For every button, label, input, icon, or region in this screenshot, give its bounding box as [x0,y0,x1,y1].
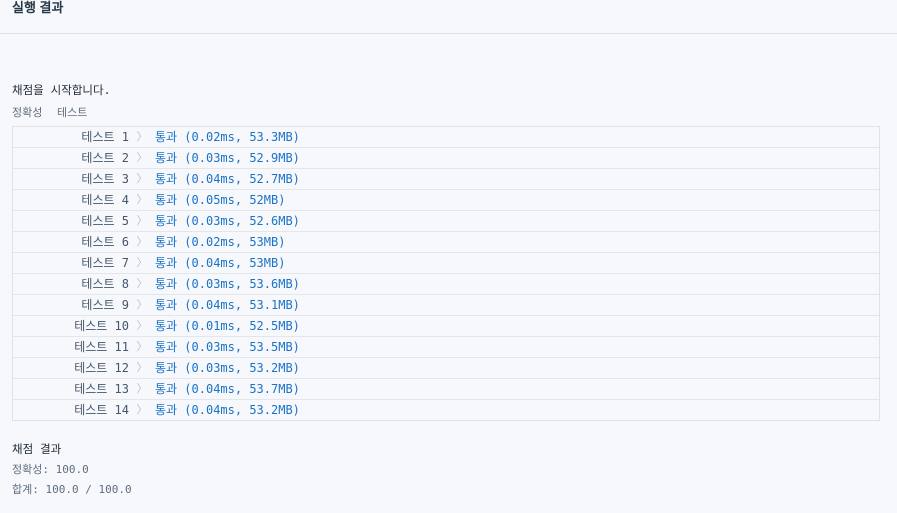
test-result-row: 테스트 11 〉 통과 (0.03ms, 53.5MB) [13,337,879,358]
test-result-row: 테스트 9 〉 통과 (0.04ms, 53.1MB) [13,295,879,316]
test-name: 테스트 5 [81,214,129,228]
test-result-row: 테스트 4 〉 통과 (0.05ms, 52MB) [13,190,879,211]
test-result-value: 통과 (0.03ms, 53.6MB) [155,277,300,291]
chevron-right-icon: 〉 [136,172,148,185]
test-name: 테스트 4 [81,193,129,207]
test-name: 테스트 6 [81,235,129,249]
test-result-row: 테스트 10 〉 통과 (0.01ms, 52.5MB) [13,316,879,337]
chevron-right-icon: 〉 [136,130,148,143]
test-name: 테스트 11 [74,340,129,354]
test-result-value: 통과 (0.04ms, 52.7MB) [155,172,300,186]
test-name: 테스트 12 [74,361,129,375]
chevron-right-icon: 〉 [136,277,148,290]
summary-accuracy: 정확성: 100.0 [12,463,89,476]
test-result-row: 테스트 1 〉 통과 (0.02ms, 53.3MB) [13,127,879,148]
results-header: 실행 결과 [0,0,897,34]
test-result-row: 테스트 13 〉 통과 (0.04ms, 53.7MB) [13,379,879,400]
test-result-value: 통과 (0.04ms, 53MB) [155,256,286,270]
test-name: 테스트 14 [74,403,129,417]
test-name: 테스트 13 [74,382,129,396]
test-result-value: 통과 (0.02ms, 53.3MB) [155,130,300,144]
test-result-row: 테스트 6 〉 통과 (0.02ms, 53MB) [13,232,879,253]
test-result-value: 통과 (0.02ms, 53MB) [155,235,286,249]
chevron-right-icon: 〉 [136,151,148,164]
summary-total: 합계: 100.0 / 100.0 [12,483,132,496]
test-results-table: 테스트 1 〉 통과 (0.02ms, 53.3MB) 테스트 2 〉 통과 (0.03m… [12,126,880,421]
page-title: 실행 결과 [12,0,64,15]
chevron-right-icon: 〉 [136,361,148,374]
test-result-value: 통과 (0.03ms, 53.5MB) [155,340,300,354]
test-result-row: 테스트 3 〉 통과 (0.04ms, 52.7MB) [13,169,879,190]
chevron-right-icon: 〉 [136,214,148,227]
test-result-value: 통과 (0.03ms, 52.6MB) [155,214,300,228]
test-name: 테스트 10 [74,319,129,333]
test-result-row: 테스트 8 〉 통과 (0.03ms, 53.6MB) [13,274,879,295]
test-result-row: 테스트 12 〉 통과 (0.03ms, 53.2MB) [13,358,879,379]
test-name: 테스트 3 [81,172,129,186]
output-console: 채점을 시작합니다. 정확성 테스트 테스트 1 〉 통과 (0.02ms, 53.… [12,82,880,498]
test-result-value: 통과 (0.04ms, 53.1MB) [155,298,300,312]
chevron-right-icon: 〉 [136,382,148,395]
chevron-right-icon: 〉 [136,256,148,269]
chevron-right-icon: 〉 [136,235,148,248]
test-result-value: 통과 (0.03ms, 52.9MB) [155,151,300,165]
test-name: 테스트 1 [81,130,129,144]
test-result-value: 통과 (0.05ms, 52MB) [155,193,286,207]
summary-title: 채점 결과 [12,442,62,456]
grading-start-message: 채점을 시작합니다. [12,83,111,97]
test-result-value: 통과 (0.04ms, 53.2MB) [155,403,300,417]
test-result-value: 통과 (0.03ms, 53.2MB) [155,361,300,375]
test-result-row: 테스트 7 〉 통과 (0.04ms, 53MB) [13,253,879,274]
chevron-right-icon: 〉 [136,319,148,332]
test-name: 테스트 7 [81,256,129,270]
chevron-right-icon: 〉 [136,403,148,416]
test-name: 테스트 9 [81,298,129,312]
test-name: 테스트 8 [81,277,129,291]
test-group-label: 정확성 테스트 [12,106,88,119]
chevron-right-icon: 〉 [136,340,148,353]
chevron-right-icon: 〉 [136,193,148,206]
test-name: 테스트 2 [81,151,129,165]
test-result-row: 테스트 2 〉 통과 (0.03ms, 52.9MB) [13,148,879,169]
test-result-value: 통과 (0.01ms, 52.5MB) [155,319,300,333]
test-result-value: 통과 (0.04ms, 53.7MB) [155,382,300,396]
test-result-row: 테스트 14 〉 통과 (0.04ms, 53.2MB) [13,400,879,420]
chevron-right-icon: 〉 [136,298,148,311]
test-result-row: 테스트 5 〉 통과 (0.03ms, 52.6MB) [13,211,879,232]
